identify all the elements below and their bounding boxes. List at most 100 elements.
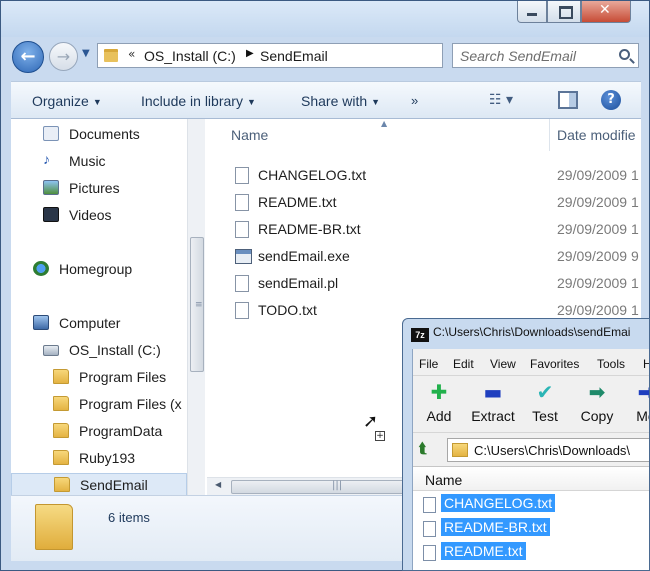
dropdown-arrow-icon: ▼ [246, 97, 256, 107]
move-button[interactable]: ➡ Mo [618, 380, 649, 424]
file-row[interactable]: sendEmail.exe 29/09/2009 9 [207, 245, 641, 267]
more-commands-button[interactable]: » [411, 93, 418, 108]
copy-label: Copy [580, 408, 614, 424]
file-row[interactable]: sendEmail.pl 29/09/2009 1 [207, 272, 641, 294]
folder-icon [53, 396, 69, 411]
test-label: Test [532, 408, 558, 424]
menu-file[interactable]: File [419, 357, 438, 371]
file-date: 29/09/2009 1 [557, 302, 639, 318]
sidebar-item-sendemail[interactable]: SendEmail [11, 473, 187, 495]
maximize-button[interactable] [547, 1, 581, 23]
sevenzip-logo-icon: 7z [411, 328, 429, 342]
menu-tools[interactable]: Tools [597, 357, 625, 371]
grip-icon: ≡ [195, 300, 203, 310]
menu-bar: File Edit View Favorites Tools H [413, 353, 649, 373]
extract-button[interactable]: ▬ Extract [465, 380, 521, 424]
sevenzip-toolbar: ✚ Add ▬ Extract ✔ Test ➡ Copy ➡ Mo [411, 375, 649, 433]
file-name: README-BR.txt [258, 221, 361, 237]
copy-icon: ➡ [588, 380, 606, 404]
close-button[interactable] [581, 1, 631, 23]
documents-icon [43, 126, 59, 141]
file-name: README.txt [258, 194, 337, 210]
search-input[interactable]: Search SendEmail [452, 43, 639, 68]
sevenzip-title-bar[interactable]: 7z C:\Users\Chris\Downloads\sendEmai [411, 325, 630, 342]
test-icon: ✔ [536, 380, 554, 404]
sidebar-item-label: Documents [69, 126, 140, 142]
column-divider[interactable] [549, 119, 550, 151]
file-date: 29/09/2009 1 [557, 275, 639, 291]
test-button[interactable]: ✔ Test [517, 380, 573, 424]
path-text: C:\Users\Chris\Downloads\ [474, 443, 631, 458]
text-file-icon [235, 194, 249, 211]
file-row[interactable]: README-BR.txt 29/09/2009 1 [207, 218, 641, 240]
mouse-cursor-icon: ➚ [363, 411, 379, 432]
back-arrow-icon: ← [20, 46, 36, 67]
exe-file-icon [235, 249, 252, 264]
search-placeholder: Search SendEmail [460, 48, 576, 64]
dropdown-arrow-icon: ▼ [371, 97, 381, 107]
change-view-button[interactable]: ☷ ▾ [489, 92, 513, 108]
include-in-library-label: Include in library [141, 93, 243, 109]
command-bar: Organize ▼ Include in library ▼ Share with… [11, 81, 641, 119]
share-with-button[interactable]: Share with ▼ [301, 93, 380, 109]
breadcrumb-drive[interactable]: OS_Install (C:) [144, 48, 236, 64]
include-in-library-button[interactable]: Include in library ▼ [141, 93, 256, 109]
menu-edit[interactable]: Edit [453, 357, 474, 371]
dropdown-arrow-icon: ▼ [92, 97, 102, 107]
file-row[interactable]: README.txt 29/09/2009 1 [207, 191, 641, 213]
search-icon[interactable] [619, 49, 630, 60]
organize-label: Organize [32, 93, 89, 109]
sidebar-item-label: ProgramData [79, 423, 163, 439]
text-file-icon [423, 497, 436, 513]
file-row[interactable]: CHANGELOG.txt 29/09/2009 1 [207, 164, 641, 186]
column-header-name[interactable]: Name [413, 467, 649, 491]
forward-button[interactable]: → [49, 42, 78, 71]
title-bar[interactable] [1, 1, 649, 37]
breadcrumb-overflow[interactable]: « [128, 47, 135, 61]
file-name: README-BR.txt [441, 518, 550, 536]
menu-help[interactable]: H [643, 357, 649, 371]
homegroup-icon [33, 261, 49, 276]
up-folder-icon[interactable]: ⮬ [419, 441, 427, 457]
sidebar-item-label: Program Files (x [79, 396, 182, 412]
minimize-button[interactable] [517, 1, 547, 23]
folder-icon [53, 450, 69, 465]
path-input[interactable]: C:\Users\Chris\Downloads\ [447, 438, 649, 462]
copy-button[interactable]: ➡ Copy [569, 380, 625, 424]
text-file-icon [423, 545, 436, 561]
breadcrumb-separator-icon[interactable]: ▶ [246, 48, 254, 59]
computer-icon [33, 315, 49, 330]
file-name: CHANGELOG.txt [258, 167, 367, 183]
scroll-left-icon[interactable]: ◀ [215, 480, 221, 489]
file-date: 29/09/2009 1 [557, 167, 639, 183]
text-file-icon [235, 167, 249, 184]
extract-label: Extract [471, 408, 515, 424]
sort-ascending-icon: ▲ [381, 119, 388, 128]
folder-icon [53, 423, 69, 438]
file-date: 29/09/2009 9 [557, 248, 639, 264]
folder-icon [35, 504, 73, 550]
sidebar-item-label: Videos [69, 207, 112, 223]
sidebar-item-label: Computer [59, 315, 121, 331]
breadcrumb-folder[interactable]: SendEmail [260, 48, 328, 64]
column-header-name[interactable]: Name [231, 127, 268, 143]
music-icon: ♪ [43, 151, 50, 167]
sidebar-item-label: SendEmail [80, 477, 148, 493]
add-icon: ✚ [430, 380, 448, 404]
sevenzip-window: 7z C:\Users\Chris\Downloads\sendEmai File… [402, 318, 650, 571]
column-header-date-modified[interactable]: Date modifie [557, 127, 636, 143]
add-button[interactable]: ✚ Add [411, 380, 467, 424]
recent-pages-dropdown[interactable]: ▼ [82, 48, 90, 59]
menu-favorites[interactable]: Favorites [530, 357, 579, 371]
preview-pane-button[interactable] [558, 91, 578, 109]
scrollbar-thumb[interactable]: ≡ [190, 237, 204, 372]
navigation-scrollbar[interactable]: ≡ [187, 119, 205, 495]
menu-view[interactable]: View [490, 357, 516, 371]
help-button[interactable]: ? [601, 90, 621, 110]
item-count: 6 items [108, 510, 150, 525]
drive-icon [43, 345, 59, 356]
organize-button[interactable]: Organize ▼ [32, 93, 102, 109]
sidebar-item-label: Program Files [79, 369, 167, 385]
back-button[interactable]: ← [12, 41, 44, 73]
address-bar[interactable]: « OS_Install (C:) ▶ SendEmail ⇆ [97, 43, 533, 68]
